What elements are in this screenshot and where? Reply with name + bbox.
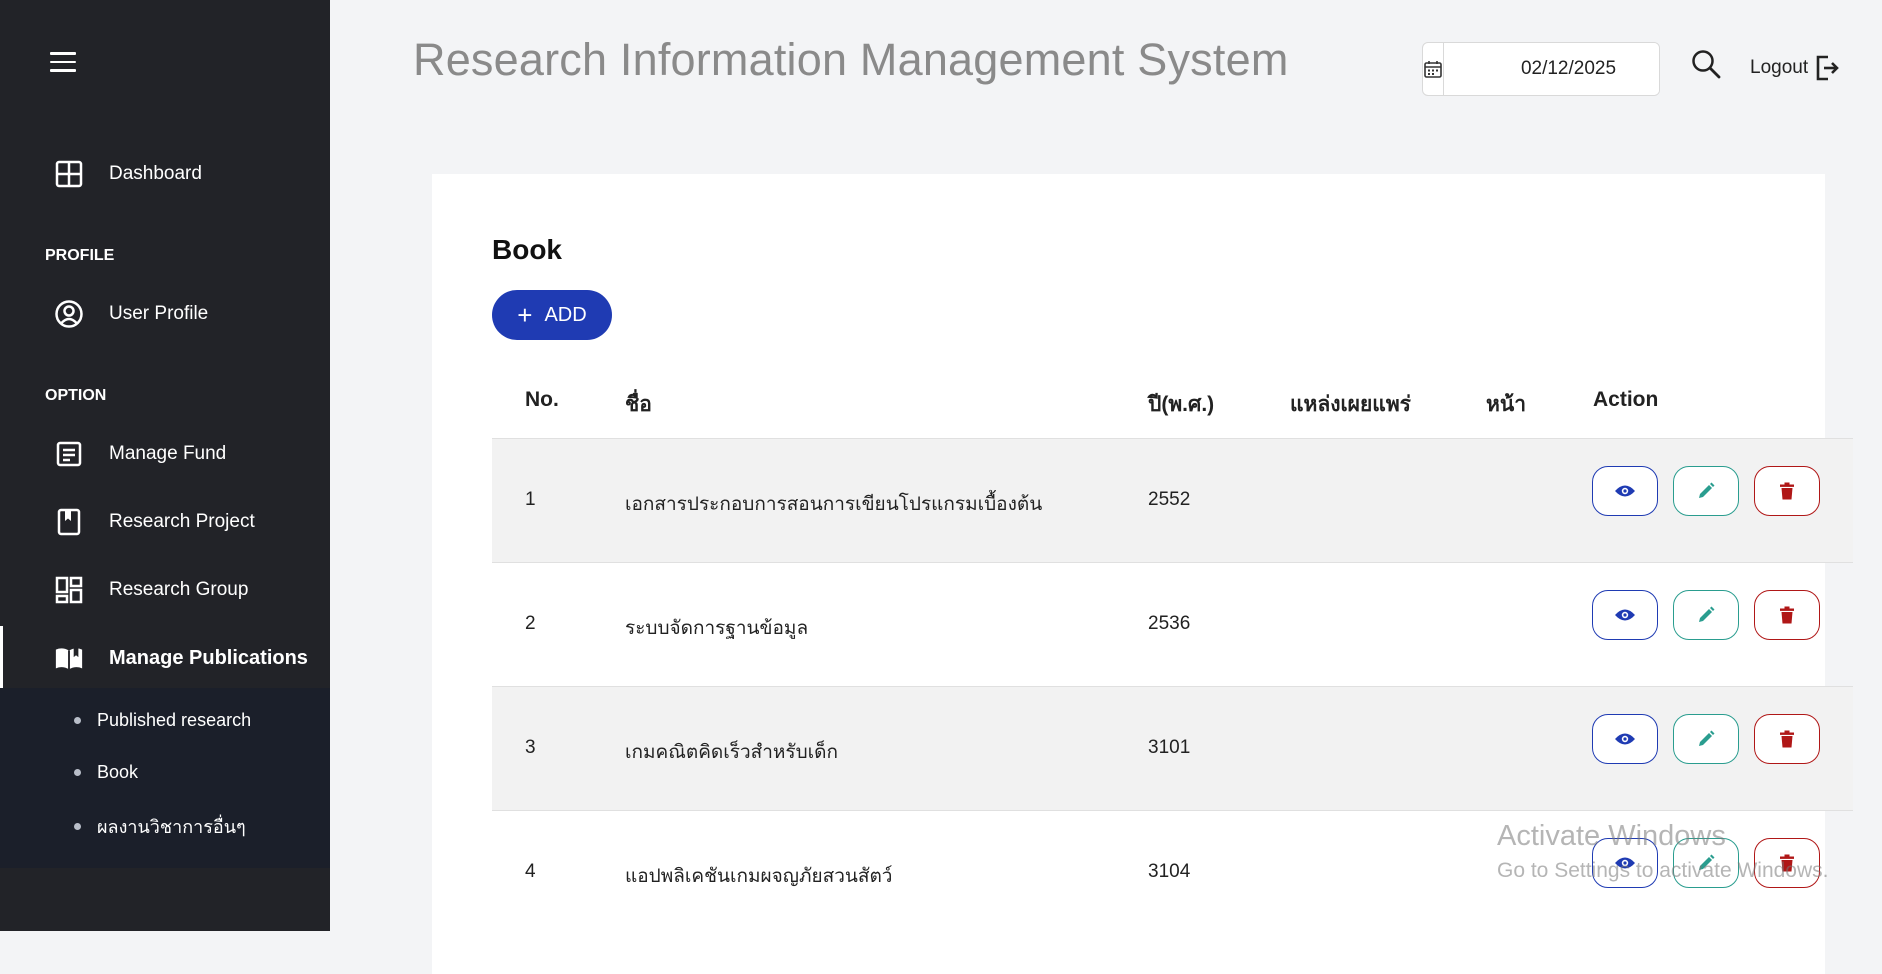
submenu-item-label: Published research — [97, 710, 252, 730]
dashboard-tiles-icon — [54, 575, 84, 605]
table-row: 3 เกมคณิตคิดเร็วสำหรับเด็ก 3101 — [492, 686, 1853, 811]
column-header-action: Action — [1593, 388, 1659, 411]
table-row: 1 เอกสารประกอบการสอนการเขียนโปรแกรมเบื้อ… — [492, 438, 1853, 563]
eye-icon — [1615, 733, 1635, 745]
cell-name: แอปพลิเคชันเกมผจญภัยสวนสัตว์ — [625, 866, 893, 887]
cell-year: 3101 — [1148, 737, 1191, 758]
table-row: 2 ระบบจัดการฐานข้อมูล 2536 — [492, 562, 1853, 687]
delete-button[interactable] — [1754, 466, 1820, 516]
sidebar: Dashboard PROFILE User Profile OPTION Ma… — [0, 0, 330, 931]
cell-year: 2552 — [1148, 489, 1191, 510]
submenu-item-label: ผลงานวิชาการอื่นๆ — [97, 817, 246, 837]
date-picker[interactable] — [1422, 42, 1660, 96]
bullet-icon — [74, 769, 81, 776]
delete-button[interactable] — [1754, 590, 1820, 640]
edit-button[interactable] — [1673, 590, 1739, 640]
submenu-item-published-research[interactable]: Published research — [74, 710, 251, 731]
logout-button[interactable]: Logout — [1750, 54, 1840, 82]
sidebar-item-label: Manage Fund — [109, 443, 227, 464]
pencil-icon — [1699, 854, 1715, 870]
edit-button[interactable] — [1673, 466, 1739, 516]
submenu-item-label: Book — [97, 762, 139, 782]
cell-no: 1 — [525, 489, 536, 510]
sidebar-item-manage-publications[interactable]: Manage Publications — [0, 626, 330, 690]
edit-button[interactable] — [1673, 714, 1739, 764]
trash-icon — [1780, 606, 1794, 624]
cell-name: ระบบจัดการฐานข้อมูล — [625, 618, 809, 639]
view-button[interactable] — [1592, 466, 1658, 516]
view-button[interactable] — [1592, 838, 1658, 888]
delete-button[interactable] — [1754, 714, 1820, 764]
view-button[interactable] — [1592, 590, 1658, 640]
page-title: Book — [492, 234, 562, 265]
submenu-item-other-academic[interactable]: ผลงานวิชาการอื่นๆ — [74, 812, 246, 841]
add-button[interactable]: + ADD — [492, 290, 612, 340]
column-header-source: แหล่งเผยแพร่ — [1290, 393, 1411, 416]
sidebar-item-user-profile[interactable]: User Profile — [0, 286, 330, 342]
section-label-option: OPTION — [45, 387, 107, 404]
cell-no: 4 — [525, 861, 536, 882]
logout-icon — [1816, 55, 1839, 81]
cell-no: 3 — [525, 737, 536, 758]
cell-year: 2536 — [1148, 613, 1191, 634]
date-input[interactable] — [1444, 43, 1659, 95]
menu-toggle-icon[interactable] — [50, 52, 76, 74]
column-header-year: ปี(พ.ศ.) — [1148, 393, 1215, 416]
plus-icon: + — [517, 300, 533, 330]
sidebar-item-label: Research Group — [109, 579, 249, 600]
pencil-icon — [1699, 606, 1715, 622]
trash-icon — [1780, 854, 1794, 872]
sidebar-item-research-project[interactable]: Research Project — [0, 494, 330, 550]
edit-button[interactable] — [1673, 838, 1739, 888]
publications-submenu: Published research Book ผลงานวิชาการอื่น… — [0, 688, 330, 868]
pencil-icon — [1699, 730, 1715, 746]
cell-year: 3104 — [1148, 861, 1191, 882]
sidebar-item-research-group[interactable]: Research Group — [0, 562, 330, 618]
table-row: 4 แอปพลิเคชันเกมผจญภัยสวนสัตว์ 3104 — [492, 810, 1853, 935]
cell-name: เกมคณิตคิดเร็วสำหรับเด็ก — [625, 742, 839, 763]
delete-button[interactable] — [1754, 838, 1820, 888]
sidebar-item-manage-fund[interactable]: Manage Fund — [0, 426, 330, 482]
sidebar-item-dashboard[interactable]: Dashboard — [0, 146, 330, 202]
bullet-icon — [74, 717, 81, 724]
eye-icon — [1615, 857, 1635, 869]
cell-no: 2 — [525, 613, 536, 634]
user-circle-icon — [54, 299, 84, 329]
sidebar-item-label: Dashboard — [109, 163, 202, 184]
pencil-icon — [1699, 482, 1715, 498]
eye-icon — [1615, 609, 1635, 621]
app-title: Research Information Management System — [413, 34, 1289, 85]
submenu-item-book[interactable]: Book — [74, 762, 138, 783]
document-icon — [54, 439, 84, 469]
section-label-profile: PROFILE — [45, 247, 115, 264]
view-button[interactable] — [1592, 714, 1658, 764]
search-icon[interactable] — [1690, 48, 1722, 80]
sidebar-item-label: Research Project — [109, 511, 255, 532]
bullet-icon — [74, 823, 81, 830]
logout-label: Logout — [1750, 57, 1809, 78]
book-card: Book + ADD No. ชื่อ ปี(พ.ศ.) แหล่งเผยแพร่… — [432, 174, 1853, 974]
trash-icon — [1780, 730, 1794, 748]
column-header-no: No. — [525, 388, 559, 411]
column-header-name: ชื่อ — [625, 393, 652, 416]
add-button-label: ADD — [544, 303, 587, 326]
column-header-page: หน้า — [1486, 393, 1526, 416]
sidebar-item-label: Manage Publications — [109, 646, 308, 669]
dashboard-grid-icon — [54, 159, 84, 189]
eye-icon — [1615, 485, 1635, 497]
open-book-icon — [54, 643, 84, 673]
cell-name: เอกสารประกอบการสอนการเขียนโปรแกรมเบื้องต… — [625, 494, 1043, 515]
sidebar-item-label: User Profile — [109, 303, 209, 324]
trash-icon — [1780, 482, 1794, 500]
calendar-icon[interactable] — [1423, 43, 1444, 95]
bookmark-book-icon — [54, 507, 84, 537]
